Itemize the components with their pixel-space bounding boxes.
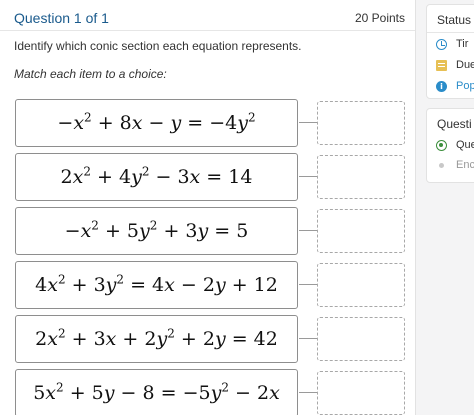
equation-card[interactable]: 2x2 + 3x + 2y2 + 2y = 42 <box>15 315 298 363</box>
match-row: −x2 + 8x − y = −4y2 <box>15 99 407 147</box>
sidebar-item-label: Due <box>456 59 474 71</box>
radio-icon <box>436 139 447 151</box>
equation-card[interactable]: −x2 + 5y2 + 3y = 5 <box>15 207 298 255</box>
match-row: 5x2 + 5y − 8 = −5y2 − 2x <box>15 369 407 415</box>
match-row: 2x2 + 4y2 − 3x = 14 <box>15 153 407 201</box>
equation-card[interactable]: 4x2 + 3y2 = 4x − 2y + 12 <box>15 261 298 309</box>
sidebar-item[interactable]: Tir <box>436 36 468 52</box>
question-instruction: Match each item to a choice: <box>14 67 167 81</box>
sidebar-item[interactable]: Que <box>436 137 474 153</box>
equation-card[interactable]: −x2 + 8x − y = −4y2 <box>15 99 298 147</box>
match-row: 4x2 + 3y2 = 4x − 2y + 12 <box>15 261 407 309</box>
choice-drop-zone[interactable] <box>317 371 405 415</box>
choice-drop-zone[interactable] <box>317 263 405 307</box>
status-heading: Status <box>437 13 472 27</box>
equation-text: −x2 + 8x − y = −4y2 <box>57 110 256 134</box>
equation-text: 4x2 + 3y2 = 4x − 2y + 12 <box>35 272 278 296</box>
match-row: 2x2 + 3x + 2y2 + 2y = 42 <box>15 315 407 363</box>
right-sidebar: Status Tir Due i Pop Questi Que Enc <box>426 0 474 415</box>
equation-card[interactable]: 2x2 + 4y2 − 3x = 14 <box>15 153 298 201</box>
sidebar-item[interactable]: Enc <box>436 157 474 173</box>
info-icon: i <box>436 80 447 92</box>
choice-drop-zone[interactable] <box>317 209 405 253</box>
match-row: −x2 + 5y2 + 3y = 5 <box>15 207 407 255</box>
question-nav-heading: Questi <box>437 117 472 131</box>
match-connector-line <box>299 392 317 393</box>
bullet-icon <box>439 162 444 168</box>
match-connector-line <box>299 284 317 285</box>
match-connector-line <box>299 230 317 231</box>
sidebar-item-label: Enc <box>456 159 474 171</box>
question-nav-panel: Questi Que Enc <box>426 108 474 183</box>
equation-text: −x2 + 5y2 + 3y = 5 <box>64 218 249 242</box>
sidebar-item[interactable]: i Pop <box>436 78 474 94</box>
question-text: Identify which conic section each equati… <box>14 39 302 53</box>
calendar-icon <box>436 59 447 71</box>
header-divider <box>0 30 415 31</box>
equation-text: 2x2 + 3x + 2y2 + 2y = 42 <box>35 326 278 350</box>
matching-items: −x2 + 8x − y = −4y2 2x2 + 4y2 − 3x = 14 −x… <box>15 99 407 415</box>
sidebar-item[interactable]: Due <box>436 57 474 73</box>
clock-icon <box>436 38 447 50</box>
sidebar-item-label: Pop <box>456 80 474 92</box>
sidebar-item-label: Que <box>456 139 474 151</box>
sidebar-item-label: Tir <box>456 38 469 50</box>
match-connector-line <box>299 176 317 177</box>
match-connector-line <box>299 122 317 123</box>
status-divider <box>427 32 474 33</box>
equation-text: 2x2 + 4y2 − 3x = 14 <box>60 164 253 188</box>
choice-drop-zone[interactable] <box>317 155 405 199</box>
equation-card[interactable]: 5x2 + 5y − 8 = −5y2 − 2x <box>15 369 298 415</box>
match-connector-line <box>299 338 317 339</box>
choice-drop-zone[interactable] <box>317 101 405 145</box>
question-panel: Question 1 of 1 20 Points Identify which… <box>0 0 416 415</box>
question-title: Question 1 of 1 <box>14 10 109 26</box>
question-points: 20 Points <box>354 11 405 25</box>
equation-text: 5x2 + 5y − 8 = −5y2 − 2x <box>33 380 280 404</box>
choice-drop-zone[interactable] <box>317 317 405 361</box>
status-panel: Status Tir Due i Pop <box>426 4 474 99</box>
